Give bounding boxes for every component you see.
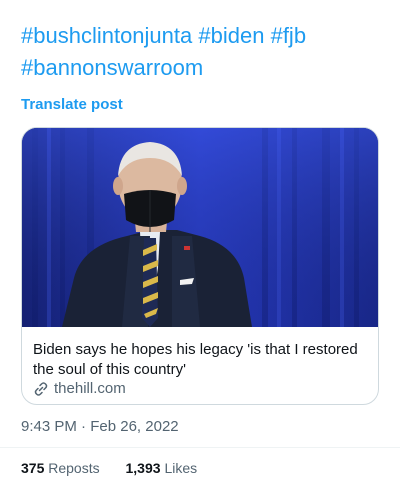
reposts-label: Reposts xyxy=(48,460,100,476)
translate-post-link[interactable]: Translate post xyxy=(21,96,123,113)
card-domain-text: thehill.com xyxy=(54,380,126,397)
likes-count: 1,393 xyxy=(125,460,161,476)
post-date: Feb 26, 2022 xyxy=(90,418,179,435)
link-icon xyxy=(33,381,49,397)
likes-stat[interactable]: 1,393 Likes xyxy=(126,460,198,476)
likes-label: Likes xyxy=(164,460,198,476)
hashtag-link[interactable]: #biden xyxy=(198,23,264,48)
post-text: #bushclintonjunta #biden #fjb #bannonswa… xyxy=(21,20,386,84)
timestamp-separator: · xyxy=(81,418,87,435)
reposts-count: 375 xyxy=(21,460,45,476)
card-title: Biden says he hopes his legacy 'is that … xyxy=(33,341,358,378)
hashtag-link[interactable]: #bannonswarroom xyxy=(21,55,203,80)
card-domain: thehill.com xyxy=(33,380,126,397)
hashtag-link[interactable]: #fjb xyxy=(271,23,306,48)
divider xyxy=(0,447,400,448)
reposts-stat[interactable]: 375 Reposts xyxy=(21,460,100,476)
post-stats: 375 Reposts 1,393 Likes xyxy=(21,460,219,476)
hashtag-link[interactable]: #bushclintonjunta xyxy=(21,23,192,48)
link-preview-card[interactable]: Biden says he hopes his legacy 'is that … xyxy=(21,127,379,405)
card-image xyxy=(22,128,378,327)
post-timestamp[interactable]: 9:43 PM · Feb 26, 2022 xyxy=(21,418,179,435)
post-time: 9:43 PM xyxy=(21,418,77,435)
